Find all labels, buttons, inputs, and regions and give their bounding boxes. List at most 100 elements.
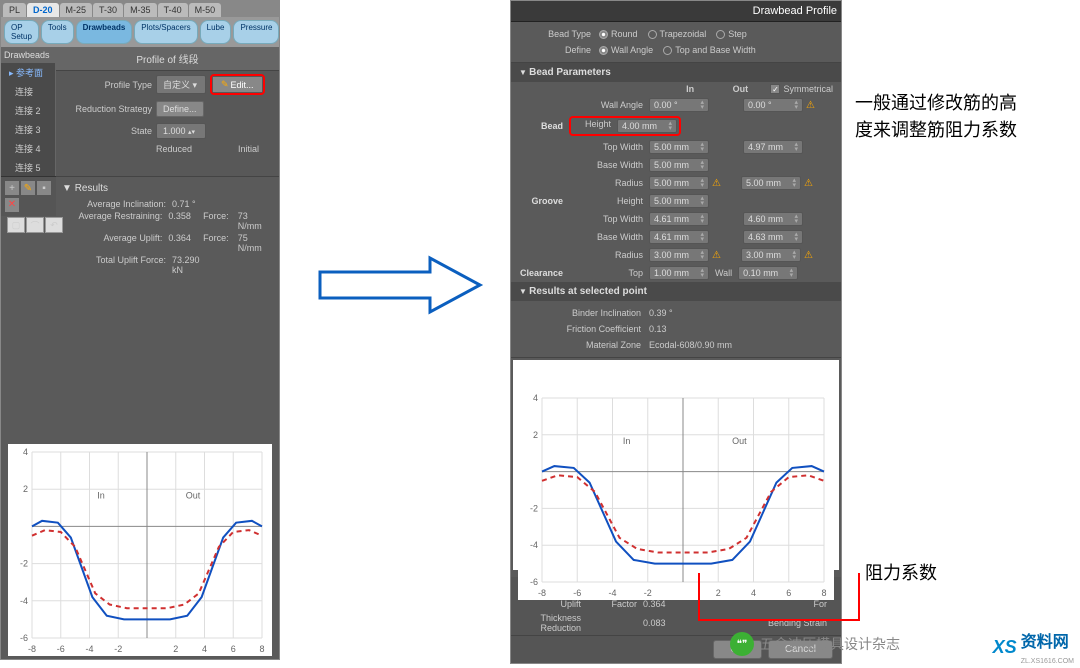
svg-text:-2: -2: [20, 559, 28, 569]
svg-text:2: 2: [716, 588, 721, 598]
edit-highlight: ✎Edit...: [210, 74, 265, 95]
warning-icon: ⚠: [712, 178, 721, 189]
reduced-label: Reduced: [156, 144, 192, 154]
spinner-in[interactable]: 3.00 mm▴▾: [649, 248, 709, 262]
sidebar-item[interactable]: 连接 4: [1, 139, 55, 158]
svg-text:8: 8: [821, 588, 826, 598]
view-3d-button[interactable]: ▢: [7, 217, 25, 233]
profile-header: Profile of 线段: [56, 47, 279, 71]
view-curve-button[interactable]: ⌒: [26, 217, 44, 233]
spinner-in[interactable]: 4.61 mm▴▾: [649, 212, 709, 226]
pill-drawbeads[interactable]: Drawbeads: [76, 20, 133, 44]
radio-trapezoidal[interactable]: Trapezoidal: [648, 29, 707, 39]
tab-m-25[interactable]: M-25: [60, 3, 93, 17]
spinner-in[interactable]: 1.00 mm▴▾: [649, 266, 709, 280]
pill-lube[interactable]: Lube: [200, 20, 232, 44]
sidebar-item[interactable]: 连接 2: [1, 101, 55, 120]
results-selected-header[interactable]: Results at selected point: [511, 282, 841, 301]
bead-parameters-header[interactable]: Bead Parameters: [511, 63, 841, 82]
annotation-factor: 阻力系数: [865, 560, 937, 587]
tab-pl[interactable]: PL: [3, 3, 26, 17]
warning-icon: ⚠: [712, 250, 721, 261]
spinner-out[interactable]: 3.00 mm▴▾: [741, 248, 801, 262]
radio-wallangle[interactable]: Wall Angle: [599, 45, 653, 55]
pill-plotsspacers[interactable]: Plots/Spacers: [134, 20, 197, 44]
drawbeads-content: Drawbeads ▸ 参考面连接连接 2连接 3连接 4连接 5 Profil…: [1, 47, 279, 177]
svg-text:Out: Out: [186, 491, 201, 501]
spinner-in[interactable]: 4.00 mm▴▾: [617, 119, 677, 133]
reduction-define-button[interactable]: Define...: [156, 101, 204, 117]
state-label: State: [62, 126, 152, 136]
svg-text:2: 2: [533, 430, 538, 440]
out-column-header: Out: [733, 84, 771, 94]
spinner-out[interactable]: 0.10 mm▴▾: [738, 266, 798, 280]
svg-text:-6: -6: [573, 588, 581, 598]
define-row: Define Wall AngleTop and Base Width: [519, 42, 833, 58]
site-watermark: XS 资料网 ZL.XS1616.COM: [993, 628, 1074, 666]
svg-text:In: In: [97, 491, 105, 501]
radio-round[interactable]: Round: [599, 29, 638, 39]
edit-button[interactable]: ✎Edit...: [213, 77, 262, 92]
spinner-in[interactable]: 5.00 mm▴▾: [649, 194, 709, 208]
tab-d-20[interactable]: D-20: [27, 3, 59, 17]
spinner-in[interactable]: 4.61 mm▴▾: [649, 230, 709, 244]
sidebar-item[interactable]: 连接: [1, 82, 55, 101]
profile-type-dropdown[interactable]: 自定义 ▾: [156, 75, 206, 94]
svg-text:-4: -4: [20, 596, 28, 606]
svg-text:In: In: [623, 436, 631, 446]
svg-text:4: 4: [202, 644, 207, 654]
param-row: Wall Angle0.00 °▴▾0.00 °▴▾⚠: [511, 96, 841, 114]
spinner-out[interactable]: 4.97 mm▴▾: [743, 140, 803, 154]
result-row: Average Restraining:0.358Force:73 N/mm: [62, 210, 273, 232]
svg-text:-8: -8: [28, 644, 36, 654]
spinner-out[interactable]: 4.60 mm▴▾: [743, 212, 803, 226]
svg-text:-4: -4: [85, 644, 93, 654]
svg-text:-2: -2: [644, 588, 652, 598]
bead-type-radios: Round Trapezoidal Step: [599, 29, 747, 39]
tool-icon[interactable]: ▪: [37, 181, 51, 195]
param-row: BeadHeight4.00 mm▴▾: [511, 114, 841, 138]
spinner-out[interactable]: 5.00 mm▴▾: [741, 176, 801, 190]
svg-text:4: 4: [23, 447, 28, 457]
tab-t-30[interactable]: T-30: [93, 3, 123, 17]
spinner-in[interactable]: 0.00 °▴▾: [649, 98, 709, 112]
sidebar-toolbar: + ✎ ▪ ✕: [1, 176, 56, 216]
sidebar-item[interactable]: ▸ 参考面: [1, 63, 55, 82]
svg-text:4: 4: [751, 588, 756, 598]
reduced-initial-row: Reduced Initial: [56, 142, 279, 156]
pill-pressure[interactable]: Pressure: [233, 20, 279, 44]
reduction-row: Reduction Strategy Define...: [56, 98, 279, 120]
spinner-in[interactable]: 5.00 mm▴▾: [649, 158, 709, 172]
symmetrical-toggle[interactable]: ✓Symmetrical: [770, 84, 833, 94]
edit-icon[interactable]: ✎: [21, 181, 35, 195]
op-tabs: PLD-20M-25T-30M-35T-40M-50: [1, 1, 279, 17]
spinner-out[interactable]: 4.63 mm▴▾: [743, 230, 803, 244]
sidebar-item[interactable]: 连接 5: [1, 158, 55, 177]
profile-chart-right: -8-6-4-22468-6-4-224InOut: [518, 390, 834, 600]
svg-text:-2: -2: [114, 644, 122, 654]
warning-icon: ⚠: [804, 178, 813, 189]
spinner-in[interactable]: 5.00 mm▴▾: [649, 140, 709, 154]
radio-topandbasewidth[interactable]: Top and Base Width: [663, 45, 756, 55]
pill-opsetup[interactable]: OP Setup: [4, 20, 39, 44]
spinner-in[interactable]: 5.00 mm▴▾: [649, 176, 709, 190]
pill-tools[interactable]: Tools: [41, 20, 74, 44]
param-row: ClearanceTop1.00 mm▴▾Wall0.10 mm▴▾: [511, 264, 841, 282]
spinner-out[interactable]: 0.00 °▴▾: [743, 98, 803, 112]
radio-step[interactable]: Step: [716, 29, 747, 39]
type-section: Bead Type RoundTrapezoidalStep Define Wa…: [511, 22, 841, 63]
dialog-title: Drawbead Profile: [511, 1, 841, 22]
tab-m-35[interactable]: M-35: [124, 3, 157, 17]
add-icon[interactable]: +: [5, 181, 19, 195]
delete-icon[interactable]: ✕: [5, 198, 19, 212]
warning-icon: ⚠: [806, 100, 815, 111]
tab-t-40[interactable]: T-40: [158, 3, 188, 17]
svg-text:-6: -6: [57, 644, 65, 654]
state-spinner[interactable]: 1.000 ▴▾: [156, 123, 206, 139]
tab-m-50[interactable]: M-50: [189, 3, 222, 17]
red-leader-line: [698, 573, 700, 619]
define-radios: Wall Angle Top and Base Width: [599, 45, 756, 55]
result-row: Binder Inclination0.39 °: [519, 305, 833, 321]
results-section: ▼ Results Average Inclination:0.71 °Aver…: [56, 176, 279, 282]
sidebar-item[interactable]: 连接 3: [1, 120, 55, 139]
